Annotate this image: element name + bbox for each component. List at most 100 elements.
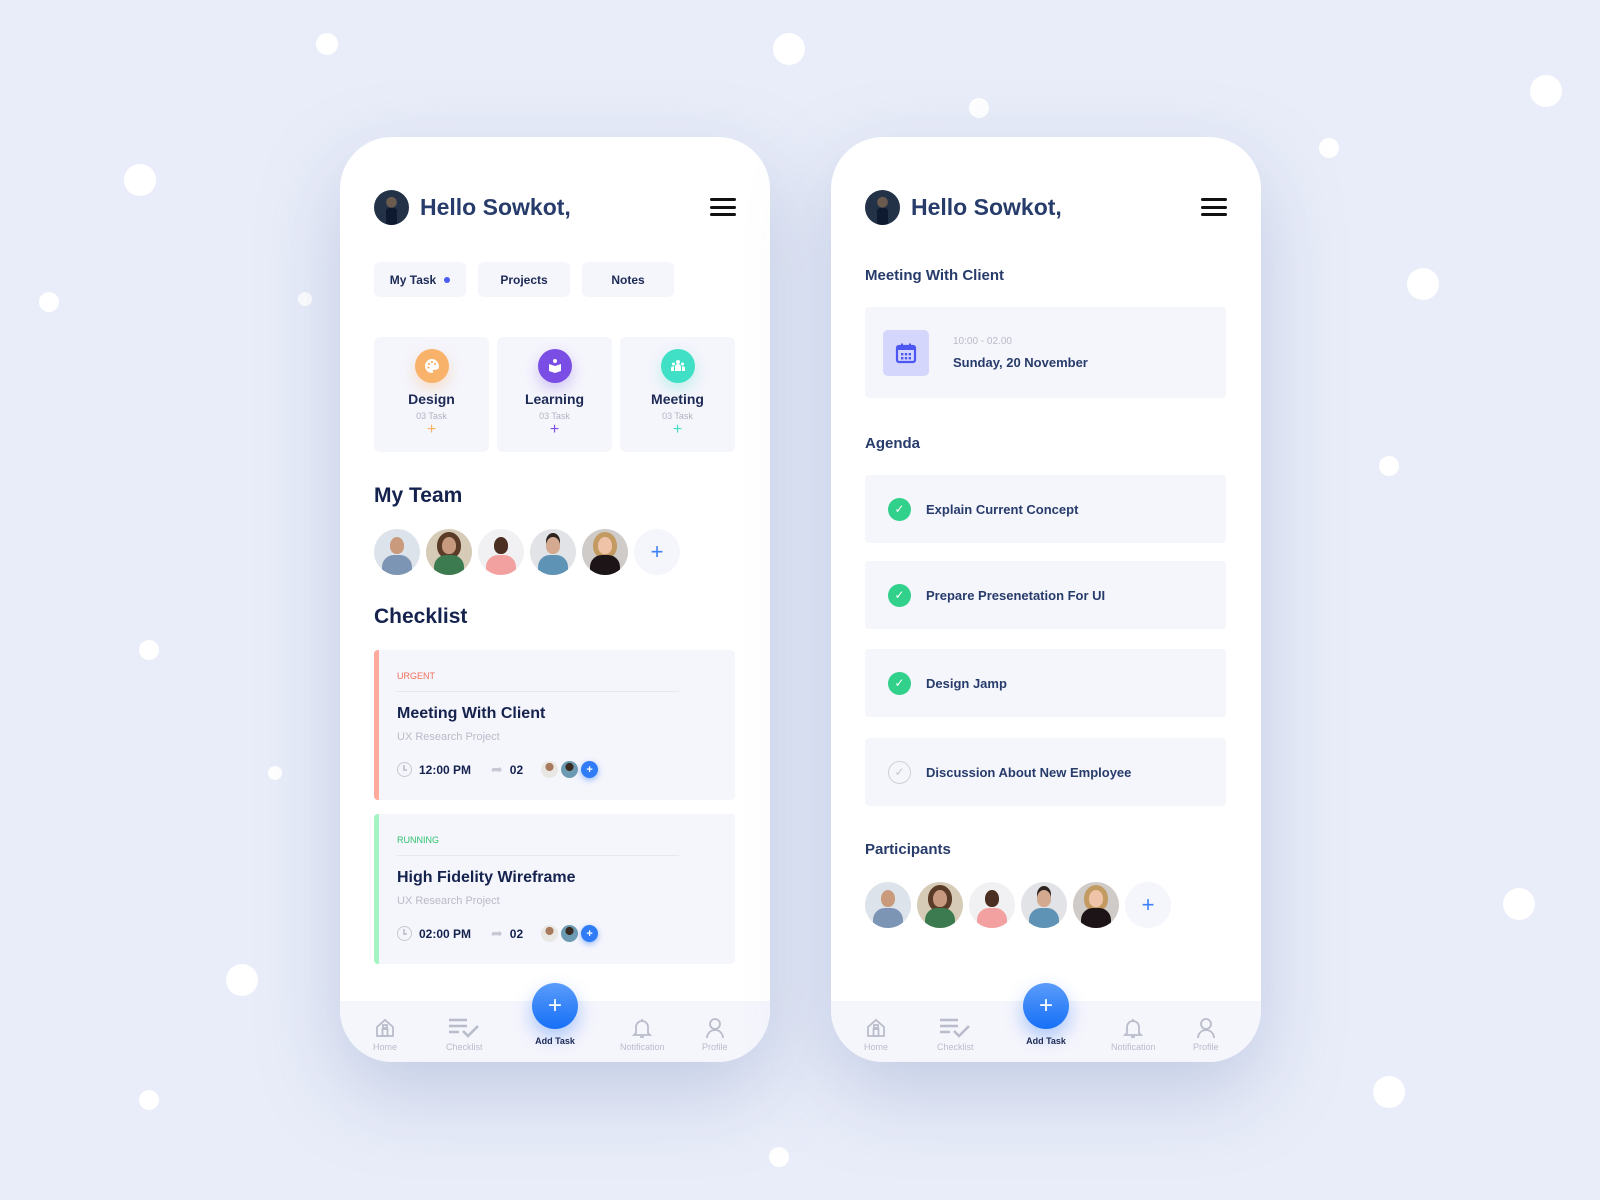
participants-title: Participants <box>865 841 951 858</box>
team-member-avatar[interactable] <box>426 529 472 575</box>
meeting-title: Meeting With Client <box>865 267 1005 284</box>
team-member-avatar[interactable] <box>478 529 524 575</box>
home-icon <box>374 1016 396 1040</box>
task-meta: 02:00 PM ➦ 02 + <box>397 925 599 942</box>
assignees: + <box>541 925 599 942</box>
participant-avatar[interactable] <box>1021 882 1067 928</box>
group-icon <box>660 349 695 383</box>
checklist-card[interactable]: RUNNING High Fidelity Wireframe UX Resea… <box>374 814 735 964</box>
bg-dot <box>969 98 989 118</box>
book-reader-icon <box>537 349 572 383</box>
nav-profile[interactable]: Profile <box>1193 1016 1219 1052</box>
nav-label: Profile <box>702 1042 728 1052</box>
participant-avatar[interactable] <box>865 882 911 928</box>
add-assignee-button[interactable]: + <box>581 761 599 778</box>
category-learning[interactable]: Learning 03 Task + <box>497 337 612 452</box>
assignee-avatar[interactable] <box>561 925 579 942</box>
add-task-icon[interactable]: + <box>550 422 559 438</box>
tab-label: My Task <box>389 272 437 287</box>
add-task-icon[interactable]: + <box>673 422 682 438</box>
meeting-date-card: 10:00 - 02.00 Sunday, 20 November <box>865 307 1226 398</box>
tab-my-task[interactable]: My Task <box>374 262 466 297</box>
participant-avatar[interactable] <box>969 882 1015 928</box>
bg-dot <box>268 766 282 780</box>
share-icon[interactable]: ➦ <box>491 761 503 778</box>
team-member-avatar[interactable] <box>530 529 576 575</box>
checklist-card[interactable]: URGENT Meeting With Client UX Research P… <box>374 650 735 800</box>
bg-dot <box>1503 888 1535 920</box>
active-dot-icon <box>444 276 451 283</box>
nav-home[interactable]: Home <box>373 1016 397 1052</box>
share-icon[interactable]: ➦ <box>491 925 503 942</box>
task-time: 12:00 PM <box>419 762 472 777</box>
tab-projects[interactable]: Projects <box>478 262 570 297</box>
category-name: Design <box>408 391 455 407</box>
bg-dot <box>298 292 312 306</box>
status-badge: RUNNING <box>397 835 439 845</box>
agenda-item[interactable]: ✓ Discussion About New Employee <box>865 738 1226 806</box>
greeting: Hello Sowkot, <box>420 193 571 220</box>
agenda-label: Design Jamp <box>926 675 1007 691</box>
check-done-icon[interactable]: ✓ <box>888 583 911 607</box>
nav-notification[interactable]: Notification <box>1111 1016 1156 1052</box>
team-member-avatar[interactable] <box>374 529 420 575</box>
clock-icon <box>397 762 412 777</box>
nav-label: Checklist <box>937 1042 974 1052</box>
bell-icon <box>632 1016 653 1040</box>
divider <box>397 691 679 692</box>
hamburger-menu-icon[interactable] <box>710 198 736 216</box>
user-avatar[interactable] <box>374 189 409 225</box>
nav-label: Checklist <box>446 1042 483 1052</box>
assignee-avatar[interactable] <box>541 761 559 778</box>
task-meta: 12:00 PM ➦ 02 + <box>397 761 599 778</box>
check-done-icon[interactable]: ✓ <box>888 671 911 695</box>
status-badge: URGENT <box>397 671 435 681</box>
add-task-button[interactable]: + <box>1023 983 1069 1029</box>
assignee-avatar[interactable] <box>561 761 579 778</box>
add-member-button[interactable]: + <box>634 529 680 575</box>
nav-checklist[interactable]: Checklist <box>446 1016 483 1052</box>
add-task-icon[interactable]: + <box>427 422 436 438</box>
bg-dot <box>124 164 156 196</box>
participant-avatar[interactable] <box>1073 882 1119 928</box>
nav-home[interactable]: Home <box>864 1016 888 1052</box>
category-name: Meeting <box>651 391 704 407</box>
agenda-item[interactable]: ✓ Explain Current Concept <box>865 475 1226 543</box>
category-count: 03 Task <box>662 411 693 421</box>
category-list: Design 03 Task + Learning 03 Task + Meet… <box>374 337 735 452</box>
add-assignee-button[interactable]: + <box>581 925 599 942</box>
add-task-label[interactable]: Add Task <box>515 1036 595 1046</box>
add-task-label[interactable]: Add Task <box>1006 1036 1086 1046</box>
hamburger-menu-icon[interactable] <box>1201 198 1227 216</box>
add-participant-button[interactable]: + <box>1125 882 1171 928</box>
bg-dot <box>39 292 59 312</box>
nav-checklist[interactable]: Checklist <box>937 1016 974 1052</box>
share-count: 02 <box>509 926 524 941</box>
add-task-button[interactable]: + <box>532 983 578 1029</box>
meeting-time-range: 10:00 - 02.00 <box>953 336 1012 347</box>
agenda-item[interactable]: ✓ Design Jamp <box>865 649 1226 717</box>
profile-icon <box>705 1016 725 1040</box>
user-avatar[interactable] <box>865 189 900 225</box>
checklist-icon <box>447 1016 481 1040</box>
checklist-icon <box>938 1016 972 1040</box>
team-member-avatar[interactable] <box>582 529 628 575</box>
bg-dot <box>1319 138 1339 158</box>
check-done-icon[interactable]: ✓ <box>888 497 911 521</box>
meeting-date: Sunday, 20 November <box>953 355 1088 370</box>
bg-dot <box>1407 268 1439 300</box>
task-title: High Fidelity Wireframe <box>397 869 576 886</box>
greeting: Hello Sowkot, <box>911 193 1062 220</box>
nav-label: Notification <box>620 1042 665 1052</box>
nav-profile[interactable]: Profile <box>702 1016 728 1052</box>
category-design[interactable]: Design 03 Task + <box>374 337 489 452</box>
profile-icon <box>1196 1016 1216 1040</box>
category-meeting[interactable]: Meeting 03 Task + <box>620 337 735 452</box>
tab-notes[interactable]: Notes <box>582 262 674 297</box>
assignees: + <box>541 761 599 778</box>
check-empty-icon[interactable]: ✓ <box>888 760 911 784</box>
participant-avatar[interactable] <box>917 882 963 928</box>
assignee-avatar[interactable] <box>541 925 559 942</box>
nav-notification[interactable]: Notification <box>620 1016 665 1052</box>
agenda-item[interactable]: ✓ Prepare Presenetation For UI <box>865 561 1226 629</box>
